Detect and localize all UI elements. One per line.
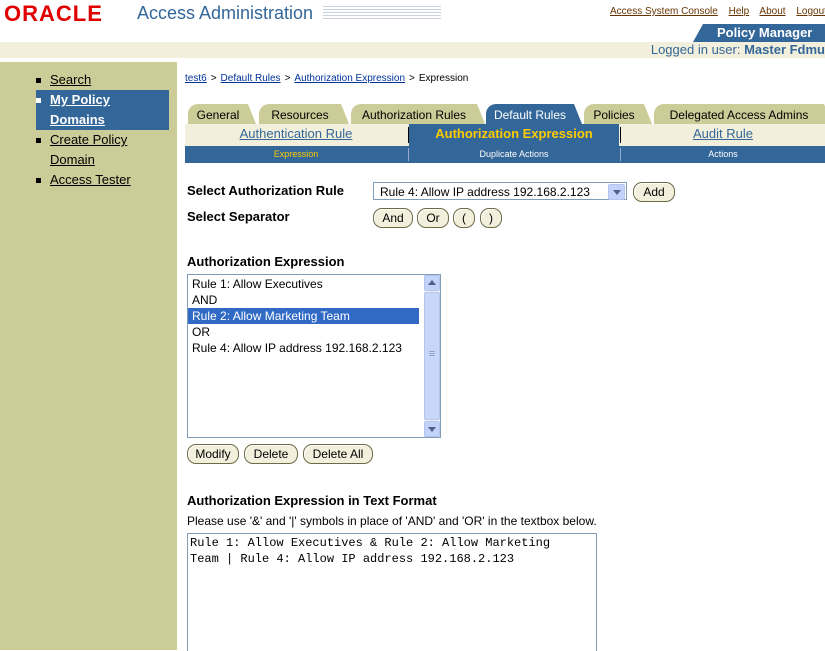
tab-default-rules[interactable]: Default Rules bbox=[486, 104, 582, 124]
title-decoration bbox=[323, 6, 441, 20]
sidebar-item-label[interactable]: Access Tester bbox=[50, 170, 131, 190]
bullet-icon bbox=[36, 78, 41, 83]
tab-policies[interactable]: Policies bbox=[584, 104, 652, 124]
expression-items: Rule 1: Allow Executives AND Rule 2: All… bbox=[188, 276, 419, 356]
and-button[interactable]: And bbox=[373, 208, 413, 228]
close-paren-button[interactable]: ) bbox=[480, 208, 502, 228]
delete-button[interactable]: Delete bbox=[244, 444, 298, 464]
subtab-audit-rule[interactable]: Audit Rule bbox=[621, 124, 825, 146]
subtab-authentication-rule[interactable]: Authentication Rule bbox=[185, 124, 407, 146]
action-actions[interactable]: Actions bbox=[621, 146, 825, 163]
select-rule-label: Select Authorization Rule bbox=[187, 183, 344, 198]
list-item[interactable]: OR bbox=[188, 324, 419, 340]
sidebar-item-label[interactable]: Search bbox=[50, 70, 91, 90]
authorization-expression-list[interactable]: Rule 1: Allow Executives AND Rule 2: All… bbox=[187, 274, 441, 438]
policy-manager-tab[interactable]: Policy Manager bbox=[693, 24, 825, 42]
bullet-icon bbox=[36, 138, 41, 143]
chevron-down-icon[interactable] bbox=[608, 184, 625, 200]
tab-authorization-rules[interactable]: Authorization Rules bbox=[351, 104, 485, 124]
or-button[interactable]: Or bbox=[417, 208, 449, 228]
header: ORACLE Access Administration Access Syst… bbox=[0, 0, 825, 62]
logged-in-label: Logged in user: bbox=[650, 42, 741, 57]
main-content: test6 > Default Rules > Authorization Expres… bbox=[177, 62, 825, 651]
action-bar: Expression Duplicate Actions Actions bbox=[185, 146, 825, 163]
access-system-console-link[interactable]: Access System Console bbox=[610, 6, 718, 17]
tab-resources[interactable]: Resources bbox=[259, 104, 349, 124]
global-links: Access System Console Help About Logout bbox=[610, 6, 825, 17]
authorization-rule-select-value: Rule 4: Allow IP address 192.168.2.123 bbox=[380, 185, 590, 199]
sidebar-item-my-policy-domains[interactable]: My Policy Domains bbox=[36, 90, 169, 130]
breadcrumb-link[interactable]: Default Rules bbox=[221, 73, 281, 84]
list-item[interactable]: Rule 4: Allow IP address 192.168.2.123 bbox=[188, 340, 419, 356]
help-link[interactable]: Help bbox=[729, 6, 750, 17]
list-item[interactable]: Rule 1: Allow Executives bbox=[188, 276, 419, 292]
sidebar-item-label-line: Domains bbox=[50, 112, 105, 127]
expression-text-field[interactable]: Rule 1: Allow Executives & Rule 2: Allow… bbox=[187, 533, 597, 651]
logout-link[interactable]: Logout bbox=[796, 6, 825, 17]
action-duplicate-actions[interactable]: Duplicate Actions bbox=[409, 146, 619, 163]
breadcrumb-link[interactable]: Authorization Expression bbox=[294, 73, 405, 84]
sidebar-item-label-line: My Policy bbox=[50, 92, 110, 107]
text-format-instructions: Please use '&' and '|' symbols in place … bbox=[187, 514, 597, 528]
scroll-down-icon[interactable] bbox=[424, 421, 440, 437]
scroll-thumb[interactable] bbox=[424, 292, 440, 420]
tab-general[interactable]: General bbox=[188, 104, 256, 124]
logged-in-username: Master Fdmu bbox=[744, 42, 825, 57]
text-format-label: Authorization Expression in Text Format bbox=[187, 493, 437, 508]
breadcrumb-separator: > bbox=[210, 73, 217, 84]
authorization-rule-select[interactable]: Rule 4: Allow IP address 192.168.2.123 bbox=[373, 182, 627, 200]
sidebar-item-label[interactable]: Create Policy Domain bbox=[50, 130, 127, 170]
sidebar-item-label-line: Create Policy bbox=[50, 132, 128, 147]
sidebar-item-access-tester[interactable]: Access Tester bbox=[36, 170, 161, 190]
add-button[interactable]: Add bbox=[633, 182, 675, 202]
authorization-expression-label: Authorization Expression bbox=[187, 254, 345, 269]
open-paren-button[interactable]: ( bbox=[453, 208, 475, 228]
about-link[interactable]: About bbox=[759, 6, 785, 17]
list-scrollbar[interactable] bbox=[424, 275, 440, 437]
breadcrumb-separator: > bbox=[409, 73, 415, 84]
subtab-authorization-expression[interactable]: Authorization Expression bbox=[409, 124, 619, 146]
breadcrumb-separator: > bbox=[284, 73, 291, 84]
tab-delegated-access-admins[interactable]: Delegated Access Admins bbox=[654, 104, 825, 124]
oracle-logo: ORACLE bbox=[4, 1, 103, 26]
sidebar-item-create-policy-domain[interactable]: Create Policy Domain bbox=[36, 130, 161, 170]
list-item[interactable]: AND bbox=[188, 292, 419, 308]
subtab-bar: Authentication Rule Authorization Expres… bbox=[185, 124, 825, 146]
select-separator-label: Select Separator bbox=[187, 209, 290, 224]
sidebar-item-label[interactable]: My Policy Domains bbox=[50, 90, 110, 130]
list-item[interactable]: Rule 2: Allow Marketing Team bbox=[188, 308, 419, 324]
modify-button[interactable]: Modify bbox=[187, 444, 239, 464]
breadcrumb-current: Expression bbox=[418, 73, 469, 84]
scroll-up-icon[interactable] bbox=[424, 275, 440, 291]
action-expression[interactable]: Expression bbox=[185, 146, 407, 163]
breadcrumb-link[interactable]: test6 bbox=[185, 73, 207, 84]
bullet-icon bbox=[36, 98, 41, 103]
sidebar: Search My Policy Domains Create Policy Dom… bbox=[0, 62, 177, 650]
breadcrumb: test6 > Default Rules > Authorization Expres… bbox=[185, 73, 468, 84]
bullet-icon bbox=[36, 178, 41, 183]
sidebar-nav: Search My Policy Domains Create Policy Dom… bbox=[36, 70, 169, 190]
logged-in-user: Logged in user: Master Fdmu bbox=[651, 42, 825, 58]
sidebar-item-search[interactable]: Search bbox=[36, 70, 161, 90]
app-title: Access Administration bbox=[137, 3, 314, 23]
sidebar-item-label-line: Domain bbox=[50, 152, 95, 167]
delete-all-button[interactable]: Delete All bbox=[303, 444, 373, 464]
